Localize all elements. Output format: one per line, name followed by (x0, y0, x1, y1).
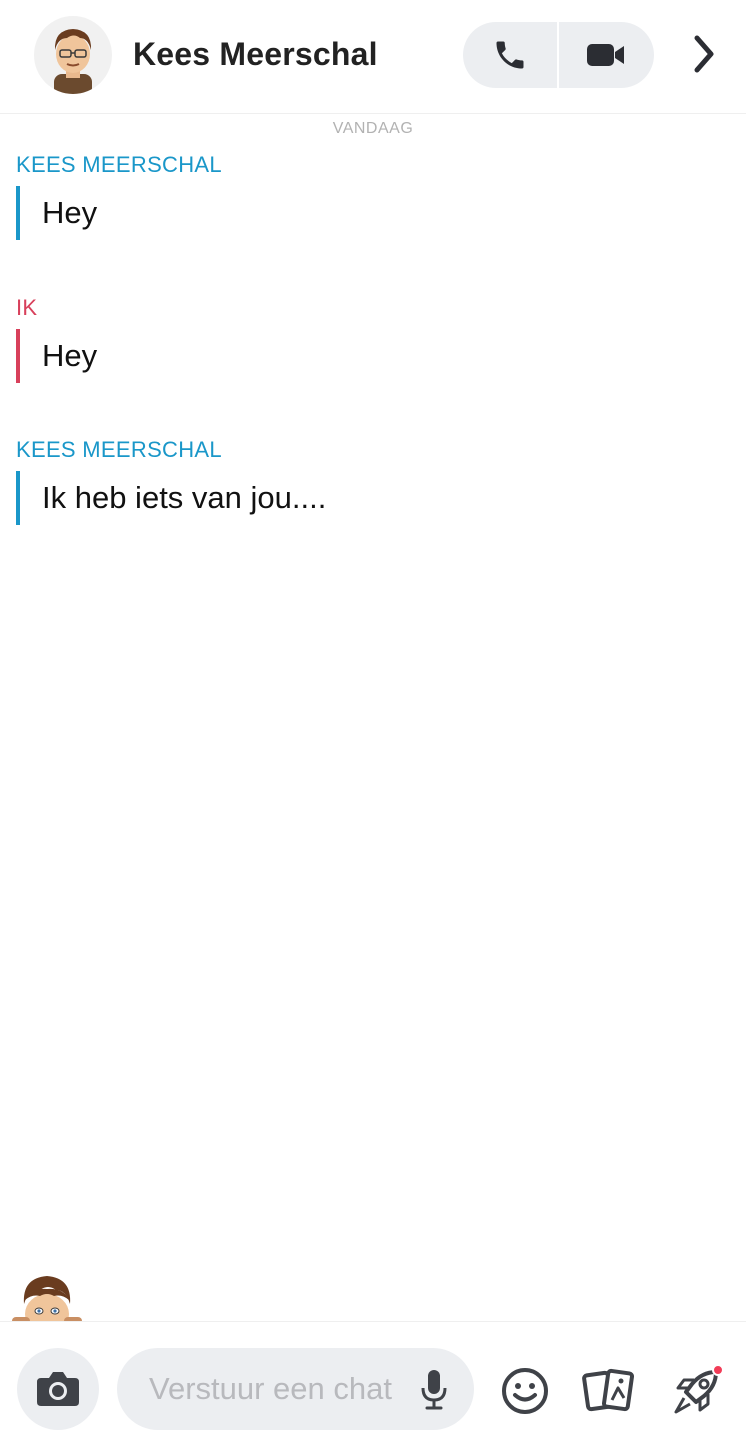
chevron-right-icon[interactable] (682, 32, 726, 76)
message-item[interactable]: KEES MEERSCHAL Hey (16, 152, 716, 240)
chat-header: Kees Meerschal (0, 0, 746, 114)
video-camera-icon (587, 44, 624, 66)
cards-icon (582, 1368, 635, 1412)
phone-icon (496, 41, 524, 69)
message-text: Ik heb iets van jou.... (16, 471, 716, 525)
contact-avatar-icon[interactable] (34, 16, 112, 94)
message-sender: KEES MEERSCHAL (16, 152, 222, 177)
call-buttons-group (463, 22, 654, 88)
composer-divider (0, 1321, 746, 1322)
message-item[interactable]: KEES MEERSCHAL Ik heb iets van jou.... (16, 437, 716, 525)
message-sender: IK (16, 295, 38, 320)
presence-avatar-icon (10, 1270, 84, 1321)
cards-button[interactable] (582, 1364, 636, 1418)
microphone-button[interactable] (417, 1366, 451, 1412)
microphone-icon (421, 1370, 447, 1410)
message-sender: KEES MEERSCHAL (16, 437, 222, 462)
smiley-icon (502, 1368, 548, 1414)
video-call-button[interactable] (559, 22, 653, 88)
message-text: Hey (16, 186, 716, 240)
contact-name[interactable]: Kees Meerschal (133, 36, 378, 73)
emoji-button[interactable] (498, 1364, 552, 1418)
chat-input-container (117, 1348, 474, 1430)
message-text: Hey (16, 329, 716, 383)
chat-input[interactable] (149, 1348, 419, 1430)
voice-call-button[interactable] (463, 22, 557, 88)
message-item[interactable]: IK Hey (16, 295, 716, 383)
date-separator: VANDAAG (332, 120, 414, 137)
games-button[interactable] (670, 1364, 724, 1418)
camera-button[interactable] (17, 1348, 99, 1430)
notification-dot (712, 1364, 724, 1376)
camera-icon (37, 1372, 79, 1406)
